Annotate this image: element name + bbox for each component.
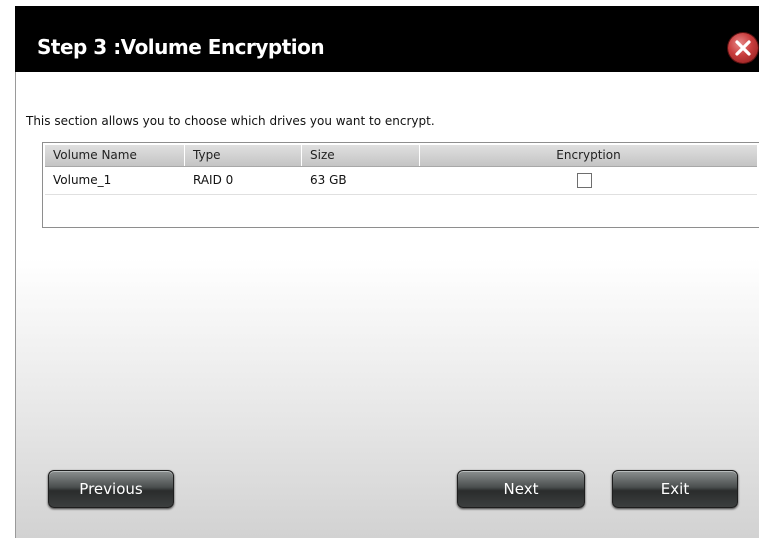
next-button[interactable]: Next <box>457 470 585 508</box>
cell-size: 63 GB <box>310 173 347 187</box>
exit-button[interactable]: Exit <box>612 470 738 508</box>
dialog-title: Step 3 :Volume Encryption <box>37 35 325 59</box>
column-header-type: Type <box>185 145 302 166</box>
table-header: Volume Name Type Size Encryption <box>45 145 757 167</box>
cell-volume-name: Volume_1 <box>53 173 112 187</box>
section-description: This section allows you to choose which … <box>26 114 435 128</box>
volume-table: Volume Name Type Size Encryption Volume_… <box>42 142 759 228</box>
cell-type: RAID 0 <box>193 173 234 187</box>
close-icon <box>735 40 751 56</box>
dialog-title-bar: Step 3 :Volume Encryption <box>15 6 759 72</box>
column-header-encryption: Encryption <box>556 148 621 162</box>
dialog-body: This section allows you to choose which … <box>15 72 759 538</box>
column-header-size: Size <box>302 145 420 166</box>
wizard-dialog: Step 3 :Volume Encryption This section a… <box>15 0 759 538</box>
close-button[interactable] <box>728 33 758 63</box>
encryption-checkbox[interactable] <box>577 173 592 188</box>
previous-button[interactable]: Previous <box>48 470 174 508</box>
column-header-volume-name: Volume Name <box>45 145 185 166</box>
table-row: Volume_1 RAID 0 63 GB <box>45 167 757 195</box>
